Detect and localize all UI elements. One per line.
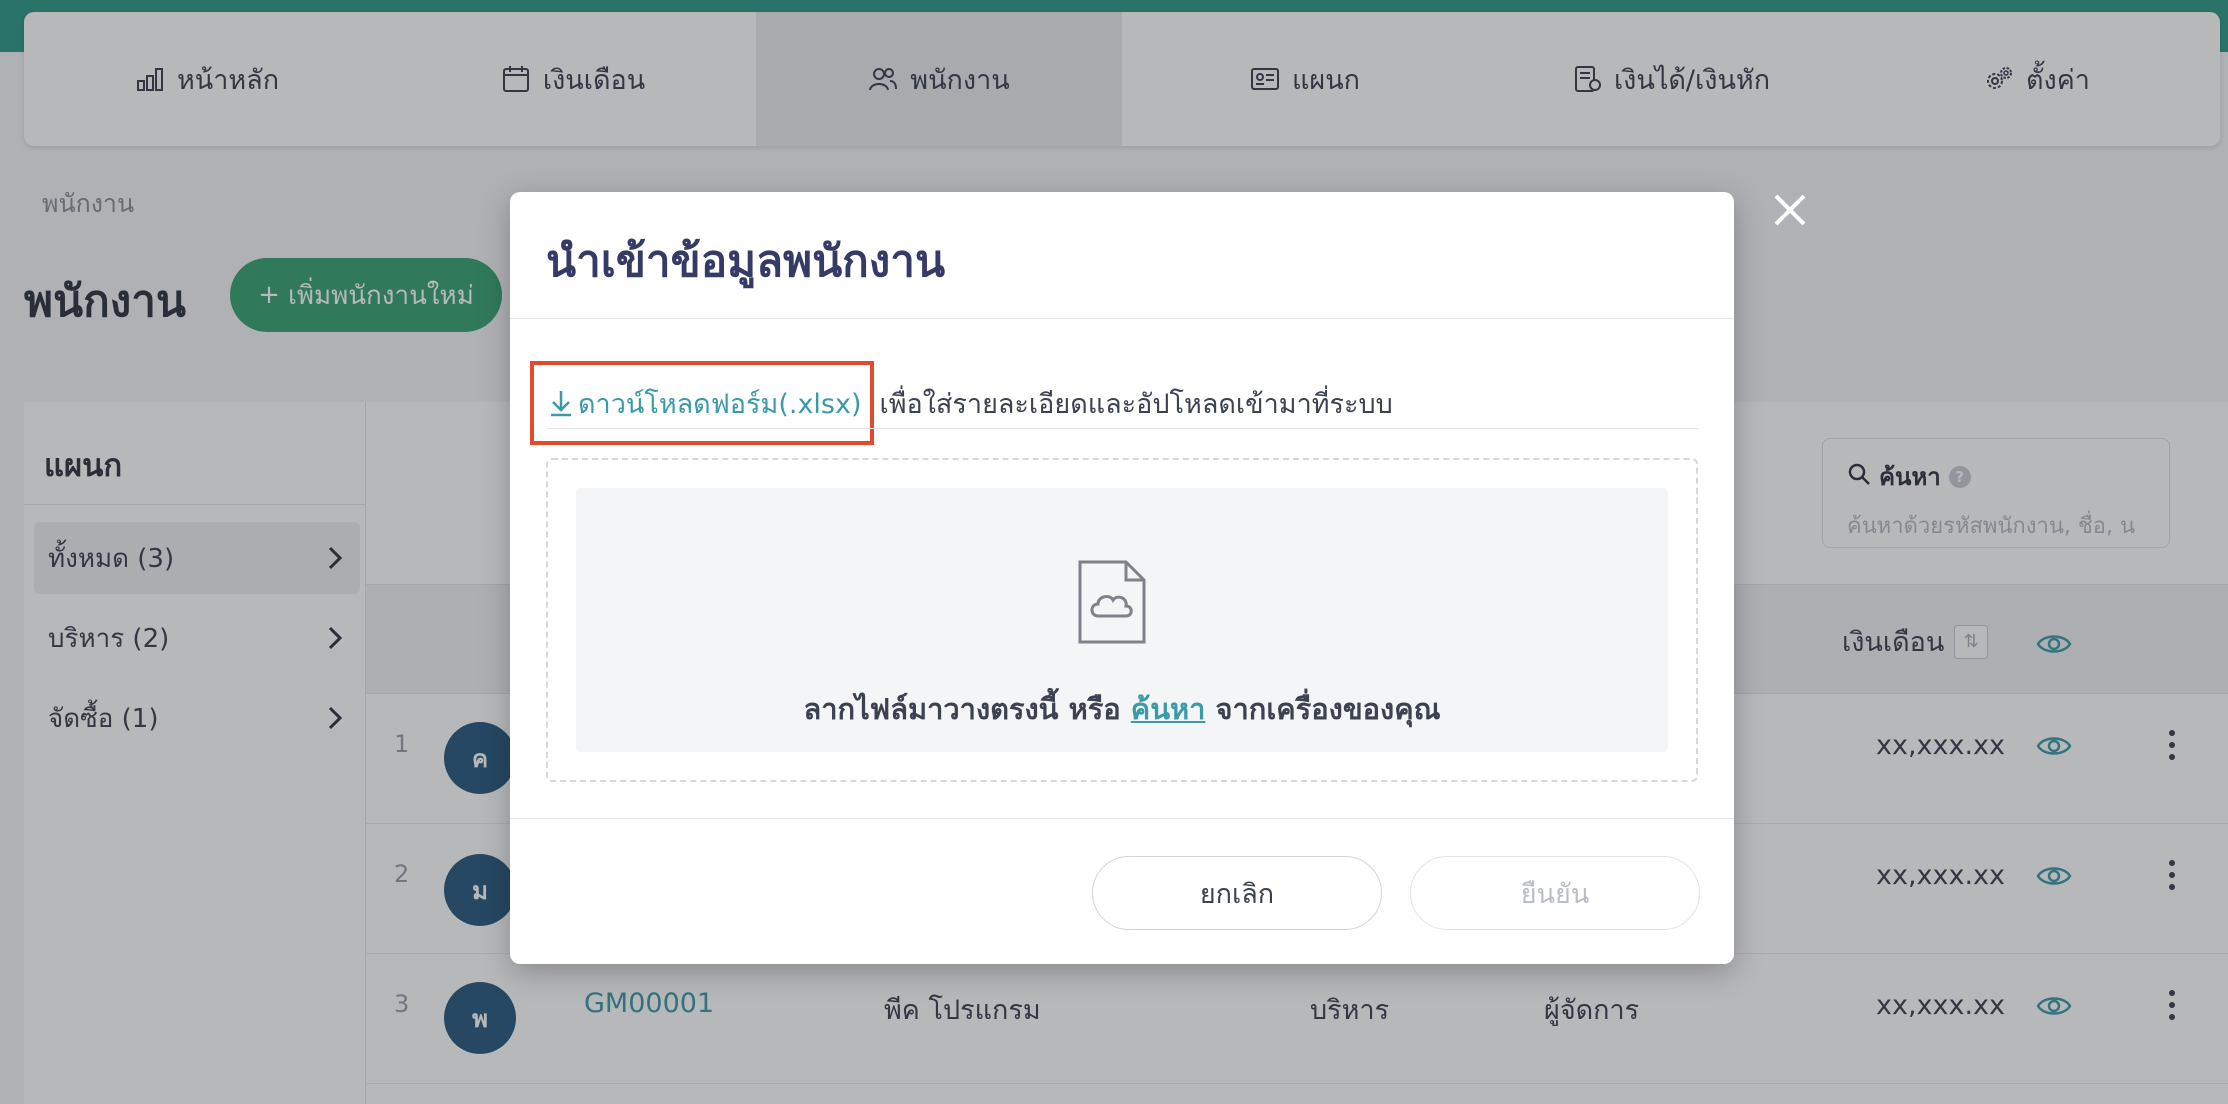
divider <box>510 318 1734 319</box>
import-employee-modal: นำเข้าข้อมูลพนักงาน ดาวน์โหลดฟอร์ม(.xlsx… <box>510 192 1734 964</box>
divider <box>546 428 1698 429</box>
dropzone-text-before: ลากไฟล์มาวางตรงนี้ หรือ <box>803 692 1131 726</box>
download-form-link[interactable]: ดาวน์โหลดฟอร์ม(.xlsx) <box>530 361 874 445</box>
cancel-button[interactable]: ยกเลิก <box>1092 856 1382 930</box>
dropzone-inner[interactable]: ลากไฟล์มาวางตรงนี้ หรือ ค้นหา จากเครื่อง… <box>576 488 1668 752</box>
browse-link[interactable]: ค้นหา <box>1131 692 1206 726</box>
download-icon <box>551 391 571 417</box>
modal-title: นำเข้าข้อมูลพนักงาน <box>546 236 946 287</box>
dropzone-text: ลากไฟล์มาวางตรงนี้ หรือ ค้นหา จากเครื่อง… <box>576 686 1668 732</box>
file-dropzone[interactable]: ลากไฟล์มาวางตรงนี้ หรือ ค้นหา จากเครื่อง… <box>546 458 1698 782</box>
confirm-button[interactable]: ยืนยัน <box>1410 856 1700 930</box>
close-icon[interactable] <box>1770 190 1810 230</box>
download-form-label: ดาวน์โหลดฟอร์ม(.xlsx) <box>578 388 862 420</box>
file-cloud-icon <box>1076 558 1148 646</box>
download-hint: เพื่อใส่รายละเอียดและอัปโหลดเข้ามาที่ระบ… <box>879 388 1393 420</box>
dropzone-text-after: จากเครื่องของคุณ <box>1205 692 1441 726</box>
divider <box>510 818 1734 819</box>
